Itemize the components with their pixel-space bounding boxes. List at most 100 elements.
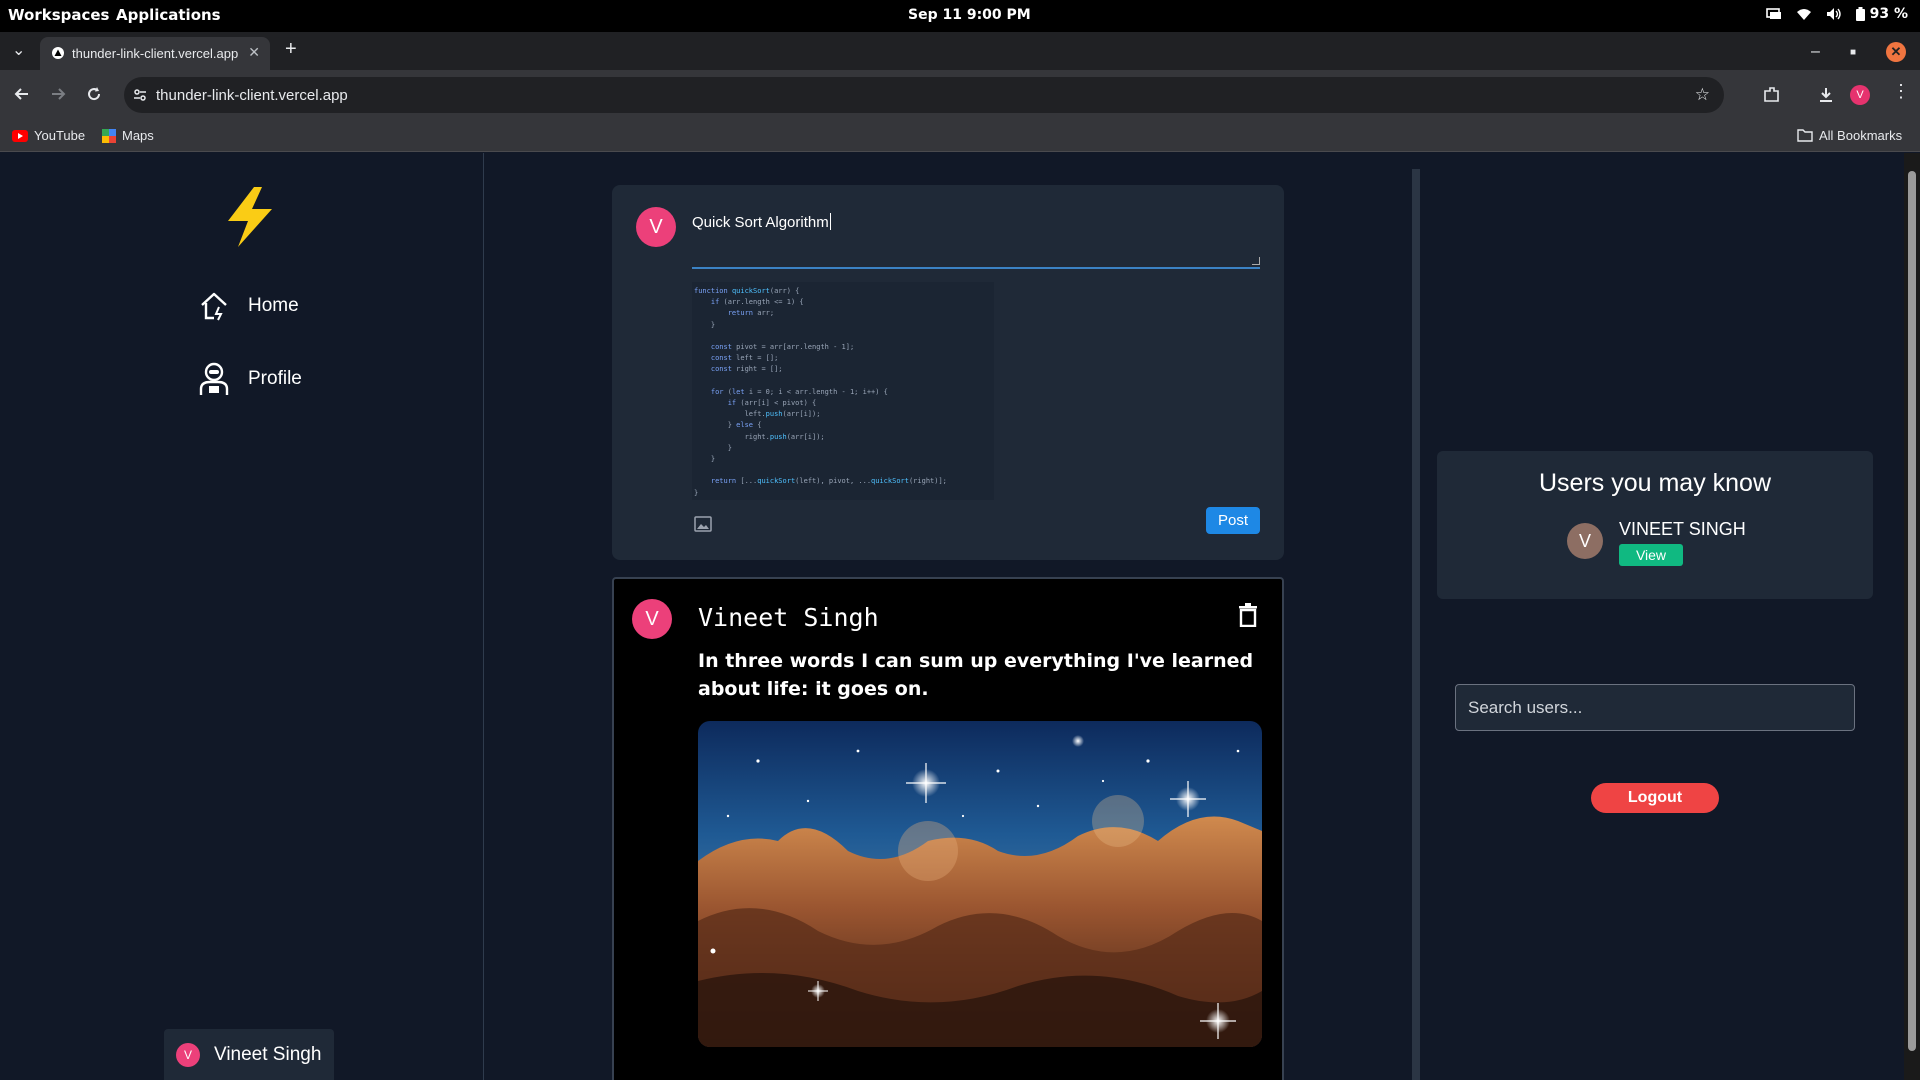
code-line: function quickSort(arr) { [694, 287, 800, 295]
post-text-input[interactable]: Quick Sort Algorithm [692, 213, 1260, 269]
bookmark-label: Maps [122, 128, 154, 143]
avatar: V [176, 1042, 200, 1067]
post-card: V Vineet Singh In three words I can sum … [612, 577, 1284, 1080]
view-user-button[interactable]: View [1619, 544, 1683, 566]
volume-icon [1826, 8, 1841, 20]
post-composer: V Quick Sort Algorithm function quickSor… [612, 185, 1284, 560]
site-info-icon[interactable] [132, 87, 148, 103]
text-caret [829, 213, 831, 230]
sidebar-item-home[interactable]: Home [198, 290, 299, 322]
image-upload-icon[interactable] [694, 515, 712, 533]
bookmark-youtube[interactable]: YouTube [12, 128, 85, 143]
sidebar-item-profile[interactable]: Profile [198, 362, 302, 396]
resize-handle[interactable] [1252, 257, 1260, 265]
browser-profile-avatar[interactable]: V [1850, 85, 1870, 105]
battery-indicator: 93 % [1855, 6, 1908, 22]
url-text: thunder-link-client.vercel.app [156, 87, 348, 104]
code-line: for (let i = 0; i < arr.length - 1; i++)… [710, 387, 888, 396]
back-icon[interactable] [12, 84, 32, 104]
feed-scrollbar[interactable] [1412, 169, 1420, 1080]
post-author[interactable]: Vineet Singh [698, 603, 879, 632]
browser-menu-icon[interactable]: ⋮ [1892, 81, 1910, 102]
close-tab-icon[interactable]: ✕ [248, 44, 260, 61]
window-close-icon[interactable]: ✕ [1886, 42, 1906, 62]
suggested-user-name: VINEET SINGH [1619, 519, 1746, 539]
bookmark-maps[interactable]: Maps [102, 128, 154, 143]
code-line: if (arr.length <= 1) { [710, 298, 804, 307]
tab-search-icon[interactable]: ⌄ [12, 40, 25, 60]
download-icon[interactable] [1816, 85, 1836, 105]
avatar: V [636, 207, 676, 247]
code-line: left.push(arr[i]); [694, 410, 821, 419]
system-tray[interactable]: 93 % [1765, 6, 1908, 22]
app-page: Home Profile V Vineet Singh V Quick Sort… [0, 153, 1920, 1080]
reload-icon[interactable] [84, 84, 104, 104]
maps-icon [102, 128, 116, 143]
youtube-icon [12, 129, 28, 142]
battery-icon [1855, 7, 1865, 21]
code-line: const pivot = arr[arr.length - 1]; [710, 343, 855, 352]
code-line: return arr; [727, 309, 775, 318]
bookmark-label: YouTube [34, 128, 86, 143]
code-line: } [694, 443, 732, 452]
suggestions-title: Users you may know [1538, 469, 1772, 497]
display-icon [1765, 8, 1781, 19]
os-top-bar: Workspaces Applications Sep 11 9:00 PM 9… [0, 0, 1920, 32]
sidebar-item-label: Profile [248, 368, 302, 389]
tab-title: thunder-link-client.vercel.app [72, 46, 239, 61]
applications-menu[interactable]: Applications [116, 6, 221, 24]
post-image-nebula[interactable] [698, 721, 1262, 1047]
battery-percent: 93 % [1869, 6, 1908, 22]
current-user-name: Vineet Singh [214, 1043, 322, 1065]
left-sidebar: Home Profile V Vineet Singh [0, 153, 484, 1080]
new-tab-icon[interactable]: + [285, 38, 297, 61]
all-bookmarks-label: All Bookmarks [1819, 128, 1903, 143]
all-bookmarks-button[interactable]: All Bookmarks [1797, 128, 1902, 143]
attached-code-image: function quickSort(arr) { if (arr.length… [692, 282, 994, 500]
sidebar-item-label: Home [248, 295, 299, 316]
browser-tab[interactable]: thunder-link-client.vercel.app ✕ [40, 37, 270, 70]
workspaces-menu[interactable]: Workspaces [8, 6, 109, 24]
code-line: right.push(arr[i]); [694, 432, 825, 441]
address-bar[interactable]: thunder-link-client.vercel.app ☆ [124, 77, 1724, 113]
code-line: } [694, 320, 716, 329]
clock[interactable]: Sep 11 9:00 PM [908, 7, 1031, 23]
window-controls: – ■ ✕ [1811, 42, 1906, 62]
post-button[interactable]: Post [1206, 507, 1260, 534]
avatar: V [1567, 523, 1603, 559]
browser-tab-strip: ⌄ thunder-link-client.vercel.app ✕ + – ■… [0, 32, 1920, 70]
extensions-icon[interactable] [1762, 85, 1782, 105]
users-you-may-know-card: Users you may know V VINEET SINGH View [1437, 451, 1873, 599]
code-line: } [694, 488, 699, 497]
code-line: } else { [694, 421, 762, 430]
folder-icon [1797, 129, 1813, 142]
minimize-icon[interactable]: – [1811, 43, 1820, 61]
code-line: const right = []; [710, 365, 783, 374]
current-user-chip[interactable]: V Vineet Singh [164, 1029, 334, 1080]
lightning-logo-icon[interactable] [224, 187, 276, 247]
bookmark-star-icon[interactable]: ☆ [1695, 85, 1710, 105]
forward-icon[interactable] [48, 84, 68, 104]
avatar: V [632, 599, 672, 639]
maximize-icon[interactable]: ■ [1850, 47, 1856, 58]
vercel-favicon-icon [52, 47, 64, 59]
code-line: if (arr[i] < pivot) { [727, 399, 817, 408]
scrollbar-thumb[interactable] [1908, 171, 1916, 1051]
post-text-value: Quick Sort Algorithm [692, 214, 829, 231]
delete-icon[interactable] [1238, 603, 1258, 627]
wifi-icon [1796, 9, 1811, 20]
code-line: } [694, 455, 716, 464]
code-line: const left = []; [710, 354, 779, 363]
logout-button[interactable]: Logout [1591, 783, 1719, 813]
browser-toolbar: thunder-link-client.vercel.app ☆ V ⋮ [0, 70, 1920, 120]
page-scrollbar[interactable] [1904, 153, 1920, 1080]
code-line: return [...quickSort(left), pivot, ...qu… [710, 477, 947, 486]
profile-icon [199, 362, 229, 395]
home-icon [201, 292, 227, 321]
search-users-input[interactable] [1455, 684, 1855, 731]
bookmarks-bar: YouTube Maps All Bookmarks [0, 120, 1920, 152]
post-body: In three words I can sum up everything I… [698, 650, 1254, 700]
